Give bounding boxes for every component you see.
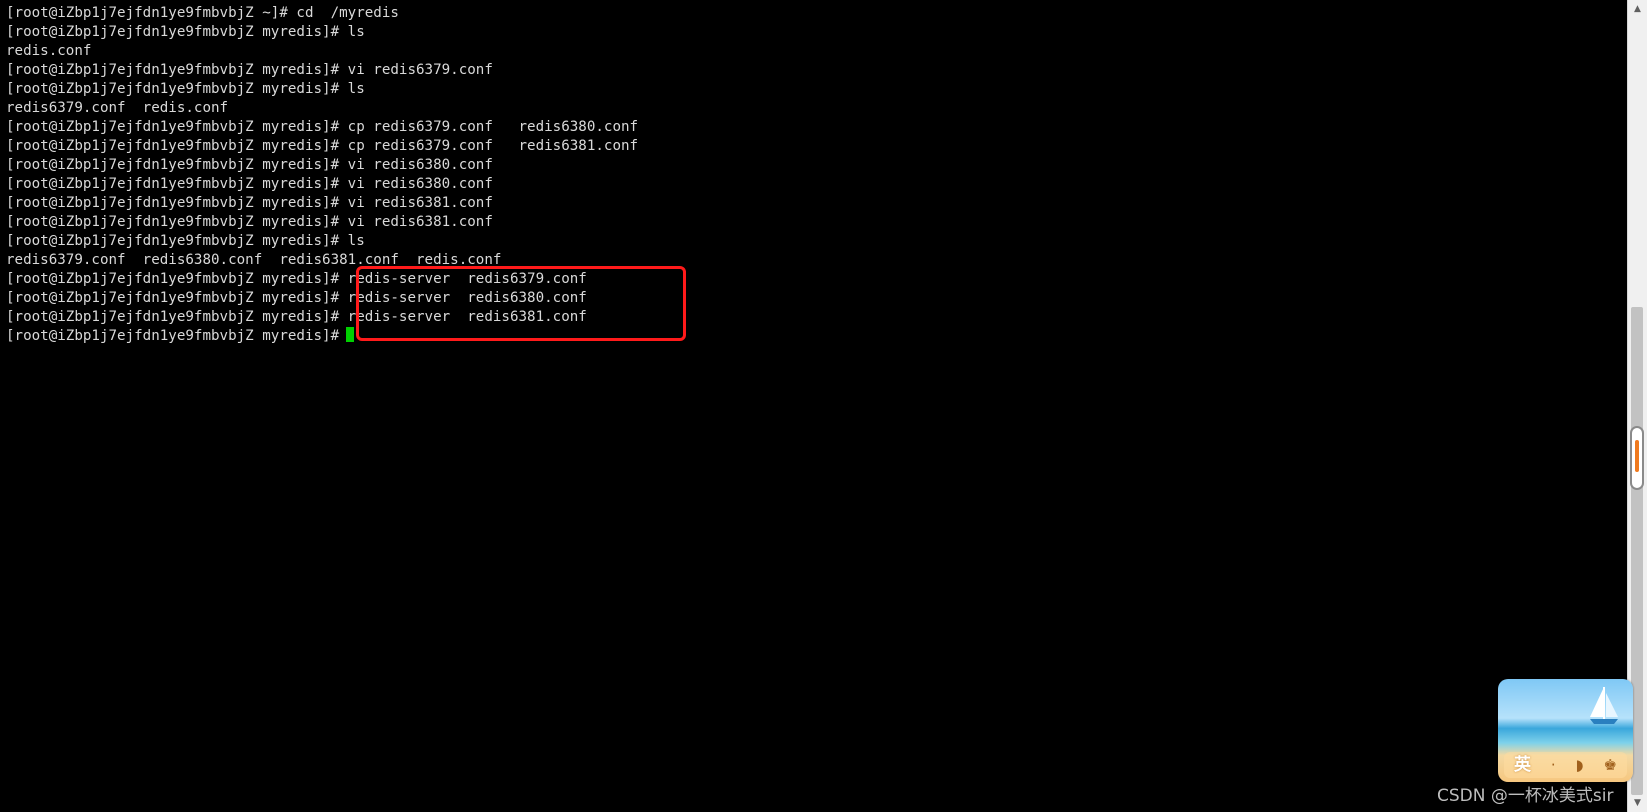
terminal-line: [root@iZbp1j7ejfdn1ye9fmbvbjZ myredis]# … <box>6 138 639 154</box>
sailboat-icon <box>1590 687 1618 724</box>
terminal-line: redis6379.conf redis.conf <box>6 100 229 116</box>
terminal-cursor <box>346 327 355 342</box>
terminal-line: [root@iZbp1j7ejfdn1ye9fmbvbjZ myredis]# … <box>6 195 493 211</box>
terminal-line: [root@iZbp1j7ejfdn1ye9fmbvbjZ myredis]# … <box>6 214 493 230</box>
highlight-annotation-box <box>356 266 686 341</box>
triangle-up-icon[interactable]: ▲ <box>1628 0 1647 18</box>
terminal-line: redis.conf <box>6 43 92 59</box>
terminal-line: [root@iZbp1j7ejfdn1ye9fmbvbjZ myredis]# … <box>6 157 493 173</box>
moon-icon[interactable]: ◗ <box>1576 752 1584 778</box>
terminal-line: [root@iZbp1j7ejfdn1ye9fmbvbjZ myredis]# … <box>6 119 639 135</box>
scroll-marker-indicator <box>1635 440 1639 472</box>
ime-status-widget[interactable]: 英 · ◗ ♚ <box>1498 679 1633 782</box>
ime-language-toggle[interactable]: 英 <box>1514 752 1531 778</box>
prompt-text: [root@iZbp1j7ejfdn1ye9fmbvbjZ myredis]# <box>6 328 340 344</box>
shirt-icon[interactable]: ♚ <box>1604 752 1617 778</box>
triangle-down-icon[interactable]: ▼ <box>1628 794 1647 812</box>
ime-toolbar[interactable]: 英 · ◗ ♚ <box>1504 752 1627 778</box>
terminal-line: [root@iZbp1j7ejfdn1ye9fmbvbjZ ~]# cd /my… <box>6 5 399 21</box>
terminal-line: [root@iZbp1j7ejfdn1ye9fmbvbjZ myredis]# … <box>6 62 493 78</box>
csdn-watermark: CSDN @一杯冰美式sir <box>1437 786 1614 806</box>
terminal-line: [root@iZbp1j7ejfdn1ye9fmbvbjZ myredis]# … <box>6 81 365 97</box>
terminal-line: [root@iZbp1j7ejfdn1ye9fmbvbjZ myredis]# … <box>6 176 493 192</box>
scroll-position-marker <box>1630 426 1644 490</box>
punctuation-icon[interactable]: · <box>1551 752 1556 778</box>
terminal-line: [root@iZbp1j7ejfdn1ye9fmbvbjZ myredis]# … <box>6 24 365 40</box>
terminal-line: [root@iZbp1j7ejfdn1ye9fmbvbjZ myredis]# … <box>6 233 365 249</box>
terminal-window[interactable]: [root@iZbp1j7ejfdn1ye9fmbvbjZ ~]# cd /my… <box>0 0 1627 812</box>
